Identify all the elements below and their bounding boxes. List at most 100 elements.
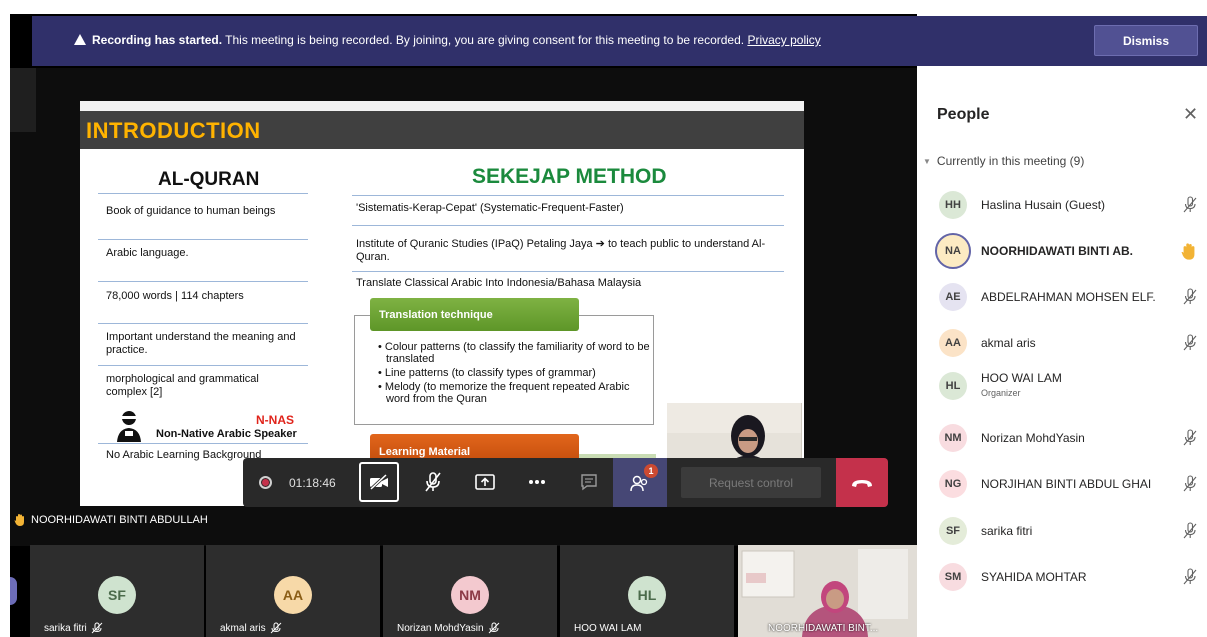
avatar: SM xyxy=(939,563,967,591)
camera-off-icon xyxy=(369,474,388,490)
bullet-item: • Line patterns (to classify types of gr… xyxy=(378,367,596,379)
sekejap-method-heading: SEKEJAP METHOD xyxy=(472,165,667,188)
avatar: NG xyxy=(939,470,967,498)
participant-name: HOO WAI LAM xyxy=(981,371,1062,385)
left-divider xyxy=(98,323,308,324)
presenter-label: NOORHIDAWATI BINTI ABDULLAH xyxy=(14,511,208,529)
participant-row[interactable]: HL HOO WAI LAM Organizer xyxy=(917,363,1207,409)
participant-name: akmal aris xyxy=(220,622,266,634)
presenter-name: NOORHIDAWATI BINTI ABDULLAH xyxy=(31,514,208,526)
chevron-down-icon: ▼ xyxy=(923,156,931,166)
participant-name: NORJIHAN BINTI ABDUL GHAI xyxy=(981,477,1152,491)
mic-off-icon xyxy=(1182,288,1198,311)
banner-bold-text: Recording has started. xyxy=(92,33,223,47)
participant-tile[interactable]: AA akmal aris xyxy=(206,545,380,637)
hang-up-button[interactable] xyxy=(836,458,888,507)
translation-bullets: • Colour patterns (to classify the famil… xyxy=(376,341,656,407)
left-divider xyxy=(98,281,308,282)
ellipsis-icon xyxy=(529,480,545,484)
bullet-item: • Colour patterns (to classify the famil… xyxy=(378,341,650,365)
people-panel: People ✕ ▼ Currently in this meeting (9)… xyxy=(917,66,1207,637)
participant-name: sarika fitri xyxy=(44,622,87,634)
participant-video-tile[interactable]: NOORHIDAWATI BINT... xyxy=(738,545,917,637)
participant-row[interactable]: NG NORJIHAN BINTI ABDUL GHAI xyxy=(917,461,1207,507)
meeting-section-toggle[interactable]: ▼ Currently in this meeting (9) xyxy=(923,154,1084,168)
participant-tile[interactable]: HL HOO WAI LAM xyxy=(560,545,734,637)
participant-row[interactable]: AE ABDELRAHMAN MOHSEN ELF. xyxy=(917,274,1207,320)
request-control-button[interactable]: Request control xyxy=(681,467,821,498)
participant-row[interactable]: NA NOORHIDAWATI BINTI AB. xyxy=(917,228,1207,274)
people-button[interactable]: 1 xyxy=(613,458,667,507)
right-item: Translate Classical Arabic Into Indonesi… xyxy=(356,277,642,289)
participant-name: ABDELRAHMAN MOHSEN ELF. xyxy=(981,290,1156,304)
participant-row[interactable]: HH Haslina Husain (Guest) xyxy=(917,182,1207,228)
dismiss-button[interactable]: Dismiss xyxy=(1094,25,1198,56)
participant-tile-label: HOO WAI LAM xyxy=(574,623,641,634)
hang-up-icon xyxy=(852,479,872,487)
more-actions-button[interactable] xyxy=(517,462,557,502)
left-item: morphological and grammatical complex [2… xyxy=(106,373,259,398)
share-screen-button[interactable] xyxy=(465,462,505,502)
recording-banner: Recording has started. This meeting is b… xyxy=(32,16,1207,66)
mic-off-icon xyxy=(1182,568,1198,591)
mic-toggle-button[interactable] xyxy=(413,462,453,502)
speaker-person-icon xyxy=(117,411,141,442)
participant-row[interactable]: NM Norizan MohdYasin xyxy=(917,415,1207,461)
participant-tile-label: Norizan MohdYasin xyxy=(397,622,500,634)
participant-row[interactable]: AA akmal aris xyxy=(917,320,1207,366)
participant-tile[interactable]: NM Norizan MohdYasin xyxy=(383,545,557,637)
right-divider xyxy=(352,225,784,226)
slide-top-strip xyxy=(80,101,804,111)
translation-technique-header: Translation technique xyxy=(370,298,579,331)
participant-name: Norizan MohdYasin xyxy=(397,622,484,634)
slide-header-bar: INTRODUCTION xyxy=(80,111,804,149)
avatar: NA xyxy=(935,233,971,269)
avatar: HL xyxy=(939,372,967,400)
share-tray-icon xyxy=(475,474,495,490)
participant-tile-label: akmal aris xyxy=(220,622,282,634)
right-item: Institute of Quranic Studies (IPaQ) Peta… xyxy=(356,238,766,263)
right-divider xyxy=(352,195,784,196)
participant-row[interactable]: SF sarika fitri xyxy=(917,508,1207,554)
participant-name: akmal aris xyxy=(981,336,1036,350)
call-controls-bar: 01:18:46 1 Request control xyxy=(243,458,888,507)
participant-name: Haslina Husain (Guest) xyxy=(981,198,1106,212)
privacy-policy-link[interactable]: Privacy policy xyxy=(747,33,820,47)
participant-row[interactable]: SM SYAHIDA MOHTAR xyxy=(917,554,1207,600)
banner-message: Recording has started. This meeting is b… xyxy=(74,33,821,47)
mic-off-icon xyxy=(1182,522,1198,545)
participant-name: Norizan MohdYasin xyxy=(981,431,1085,445)
nnas-title: N-NAS xyxy=(256,413,294,427)
left-item: Arabic language. xyxy=(106,247,189,259)
participant-tile[interactable]: SF sarika fitri xyxy=(30,545,204,637)
al-quran-heading: AL-QURAN xyxy=(158,169,260,190)
avatar: NM xyxy=(451,576,489,614)
mic-off-icon xyxy=(488,622,499,634)
chat-button[interactable] xyxy=(569,462,609,502)
camera-toggle-button[interactable] xyxy=(359,462,399,502)
panel-title: People xyxy=(937,106,990,123)
left-item: Important understand the meaning and pra… xyxy=(106,331,296,356)
avatar: SF xyxy=(939,517,967,545)
avatar: AA xyxy=(939,329,967,357)
avatar: HL xyxy=(628,576,666,614)
call-timer: 01:18:46 xyxy=(289,476,336,490)
avatar: NM xyxy=(939,424,967,452)
avatar: AA xyxy=(274,576,312,614)
participant-name: SYAHIDA MOHTAR xyxy=(981,570,1087,584)
participant-name: NOORHIDAWATI BINT... xyxy=(768,623,879,634)
warning-icon xyxy=(74,34,86,45)
people-notification-badge: 1 xyxy=(644,464,658,478)
avatar: AE xyxy=(939,283,967,311)
mic-off-icon xyxy=(270,622,281,634)
avatar: HH xyxy=(939,191,967,219)
mic-off-icon xyxy=(1182,334,1198,357)
left-divider xyxy=(98,193,308,194)
slide-title: INTRODUCTION xyxy=(86,118,261,143)
avatar: SF xyxy=(98,576,136,614)
close-icon[interactable]: ✕ xyxy=(1183,104,1198,125)
left-divider xyxy=(98,239,308,240)
banner-text: This meeting is being recorded. By joini… xyxy=(222,33,748,47)
raised-hand-icon xyxy=(14,514,24,526)
stage-corner-shade xyxy=(10,68,36,132)
